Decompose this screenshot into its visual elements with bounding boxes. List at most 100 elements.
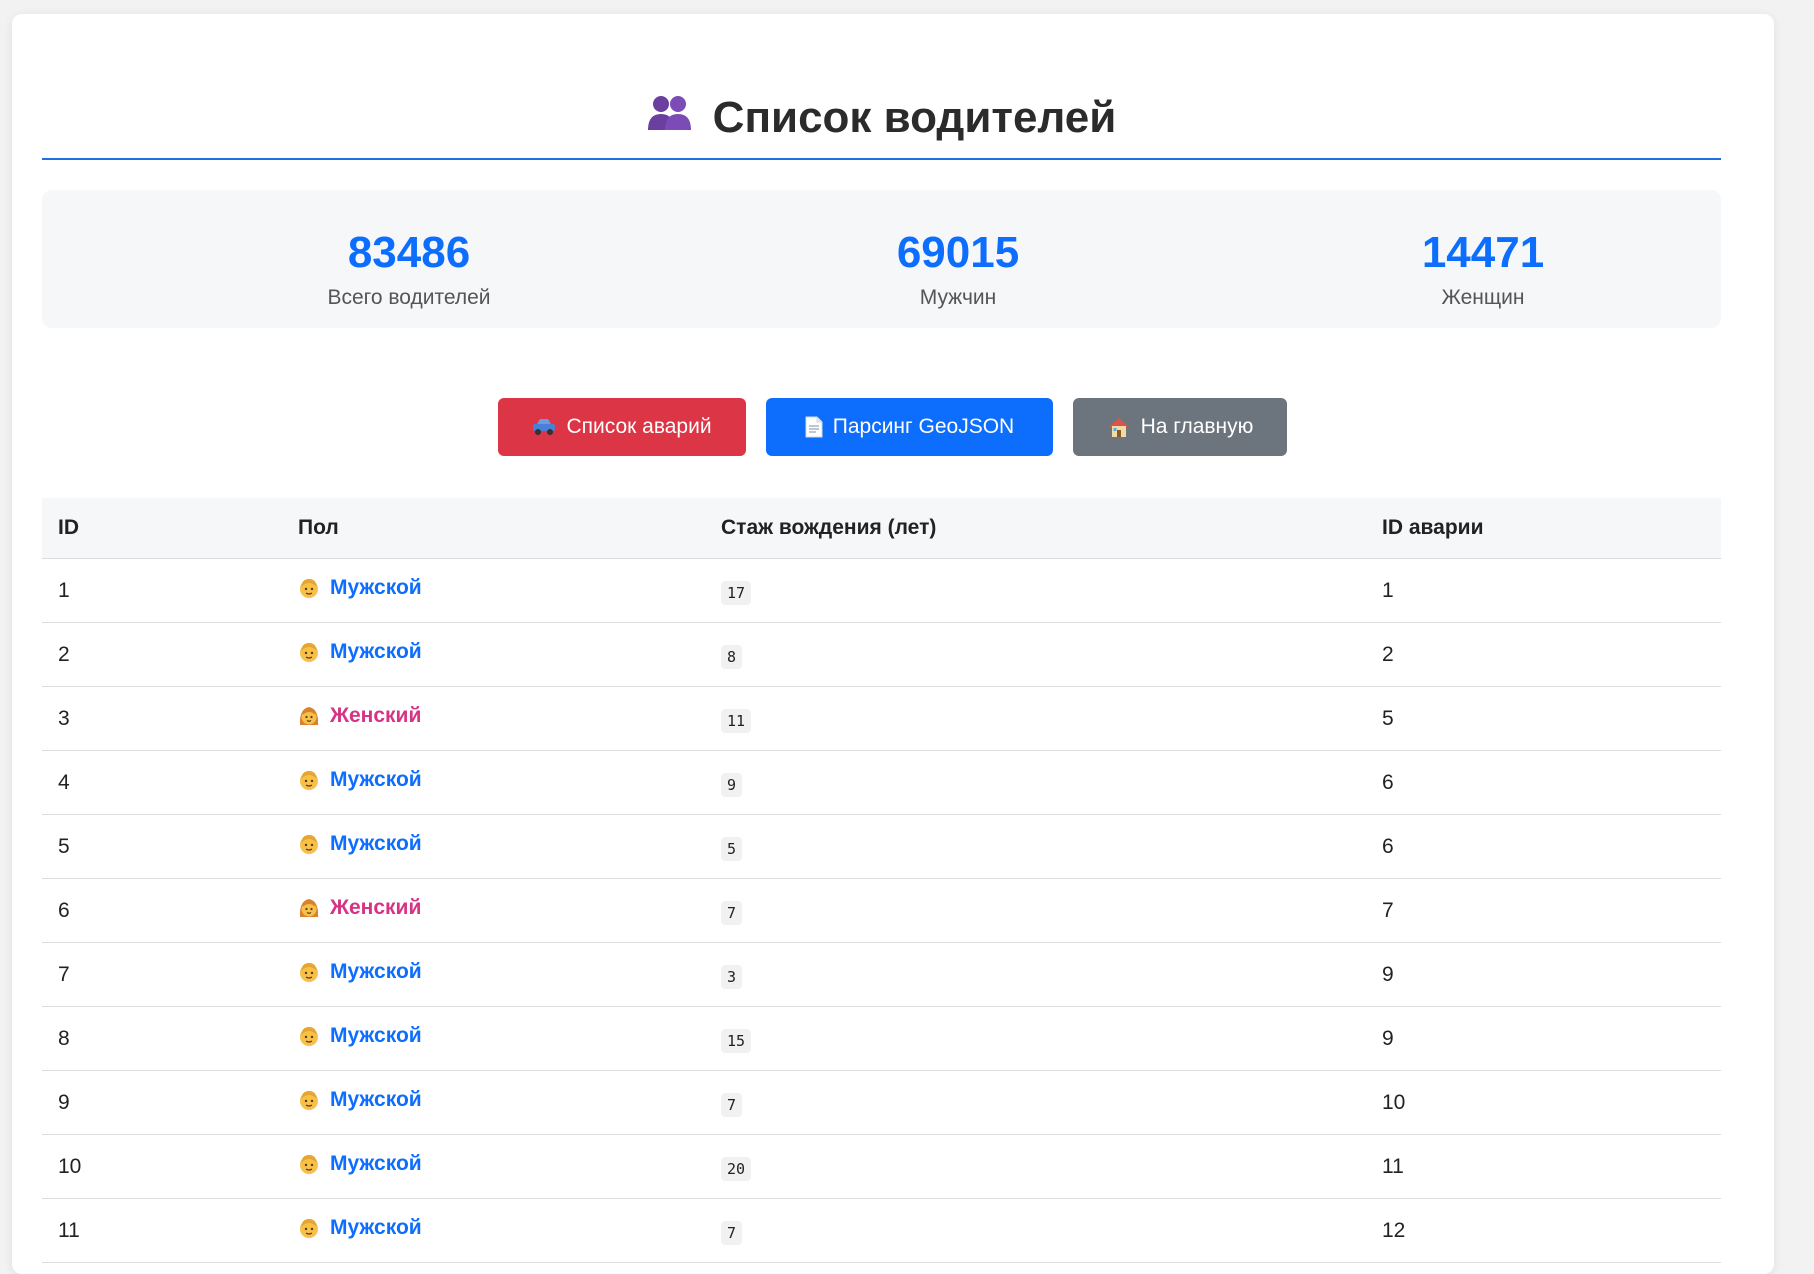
experience-badge: 5: [721, 836, 743, 861]
gender-label: Женский: [298, 896, 421, 920]
cell-accident-id: 10: [1366, 1070, 1721, 1135]
stat-female: 14471 Женщин: [1283, 190, 1683, 310]
cell-gender: Мужской: [282, 942, 705, 1007]
table-row: 3 Женский 11 5: [42, 686, 1721, 751]
gender-text: Женский: [330, 896, 422, 919]
cell-experience: 7: [705, 1198, 1366, 1263]
cell-gender: Мужской: [282, 558, 705, 623]
column-header-id[interactable]: ID: [42, 498, 282, 559]
cell-experience: 15: [705, 1006, 1366, 1071]
stats-panel: 83486 Всего водителей 69015 Мужчин 14471…: [42, 190, 1721, 328]
stat-value: 69015: [896, 228, 1020, 277]
gender-text: Мужской: [330, 960, 422, 983]
cell-experience: 3: [705, 942, 1366, 1007]
gender-text: Мужской: [330, 576, 422, 599]
car-icon: [532, 418, 556, 436]
cell-experience: 20: [705, 1134, 1366, 1199]
cell-accident-id: 6: [1366, 814, 1721, 879]
experience-badge: 7: [721, 1220, 743, 1245]
man-face-icon: [298, 961, 320, 983]
drivers-table: ID Пол Стаж вождения (лет) ID аварии 1 Му…: [42, 498, 1721, 1263]
cell-accident-id: 9: [1366, 942, 1721, 1007]
stat-label: Женщин: [1441, 286, 1525, 309]
gender-label: Мужской: [298, 1088, 422, 1112]
cell-gender: Мужской: [282, 1006, 705, 1071]
cell-id: 4: [42, 750, 282, 815]
experience-badge: 11: [721, 708, 752, 733]
man-face-icon: [298, 641, 320, 663]
scrollbar-track[interactable]: [1800, 0, 1814, 1256]
experience-badge: 15: [721, 1028, 752, 1053]
woman-face-icon: [298, 897, 320, 919]
gender-text: Мужской: [330, 1088, 422, 1111]
gender-text: Мужской: [330, 768, 422, 791]
cell-id: 7: [42, 942, 282, 1007]
cell-id: 2: [42, 622, 282, 687]
table-row: 2 Мужской 8 2: [42, 622, 1721, 687]
table-row: 1 Мужской 17 1: [42, 558, 1721, 623]
table-row: 4 Мужской 9 6: [42, 750, 1721, 815]
cell-accident-id: 11: [1366, 1134, 1721, 1199]
man-face-icon: [298, 1153, 320, 1175]
table-row: 8 Мужской 15 9: [42, 1006, 1721, 1071]
man-face-icon: [298, 577, 320, 599]
gender-label: Мужской: [298, 832, 422, 856]
stat-label: Мужчин: [919, 286, 997, 309]
man-face-icon: [298, 769, 320, 791]
button-label: Список аварий: [566, 415, 712, 438]
action-buttons: Список аварий Парсинг GeoJSON На главную: [0, 398, 1786, 456]
cell-gender: Мужской: [282, 1198, 705, 1263]
woman-face-icon: [298, 705, 320, 727]
column-header-experience[interactable]: Стаж вождения (лет): [705, 498, 1366, 559]
table-row: 5 Мужской 5 6: [42, 814, 1721, 879]
gender-label: Мужской: [298, 1152, 422, 1176]
man-face-icon: [298, 833, 320, 855]
cell-accident-id: 7: [1366, 878, 1721, 943]
gender-text: Мужской: [330, 1024, 422, 1047]
experience-badge: 3: [721, 964, 743, 989]
man-face-icon: [298, 1217, 320, 1239]
button-label: Парсинг GeoJSON: [832, 415, 1015, 438]
gender-label: Мужской: [298, 960, 422, 984]
table-body: 1 Мужской 17 1 2 Мужской 8 2 3 Женский 11 5 4 Мужской…: [42, 558, 1721, 1263]
document-icon: [805, 416, 823, 438]
experience-badge: 7: [721, 1092, 743, 1117]
column-header-accident-id[interactable]: ID аварии: [1366, 498, 1721, 559]
parse-geojson-button[interactable]: Парсинг GeoJSON: [766, 398, 1053, 456]
page-title: Список водителей: [42, 72, 1721, 146]
gender-text: Мужской: [330, 1216, 422, 1239]
page-title-text: Список водителей: [712, 93, 1117, 142]
button-label: На главную: [1140, 415, 1254, 438]
cell-experience: 8: [705, 622, 1366, 687]
house-icon: [1107, 416, 1131, 438]
gender-label: Мужской: [298, 768, 422, 792]
cell-experience: 9: [705, 750, 1366, 815]
cell-accident-id: 5: [1366, 686, 1721, 751]
cell-id: 9: [42, 1070, 282, 1135]
cell-gender: Мужской: [282, 1070, 705, 1135]
cell-gender: Женский: [282, 878, 705, 943]
cell-experience: 17: [705, 558, 1366, 623]
cell-experience: 5: [705, 814, 1366, 879]
cell-accident-id: 6: [1366, 750, 1721, 815]
table-row: 9 Мужской 7 10: [42, 1070, 1721, 1135]
cell-id: 3: [42, 686, 282, 751]
gender-label: Мужской: [298, 1024, 422, 1048]
column-header-gender[interactable]: Пол: [282, 498, 705, 559]
cell-id: 1: [42, 558, 282, 623]
cell-experience: 7: [705, 878, 1366, 943]
gender-text: Мужской: [330, 640, 422, 663]
home-button[interactable]: На главную: [1073, 398, 1287, 456]
table-row: 11 Мужской 7 12: [42, 1198, 1721, 1263]
man-face-icon: [298, 1089, 320, 1111]
cell-experience: 11: [705, 686, 1366, 751]
accidents-list-button[interactable]: Список аварий: [498, 398, 746, 456]
cell-accident-id: 12: [1366, 1198, 1721, 1263]
man-face-icon: [298, 1025, 320, 1047]
experience-badge: 8: [721, 644, 743, 669]
gender-label: Мужской: [298, 576, 422, 600]
gender-label: Мужской: [298, 1216, 422, 1240]
cell-gender: Мужской: [282, 622, 705, 687]
experience-badge: 9: [721, 772, 743, 797]
stat-label: Всего водителей: [327, 286, 491, 309]
